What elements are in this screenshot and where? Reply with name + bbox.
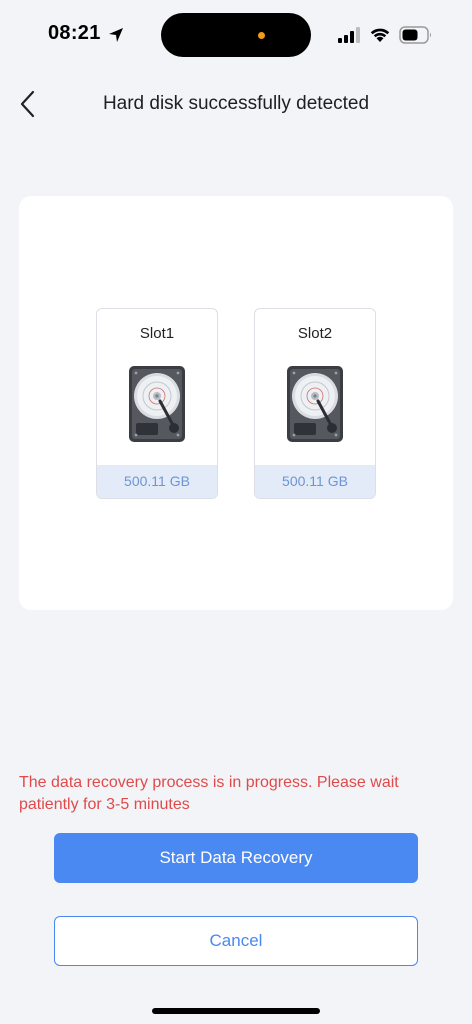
slot-capacity: 500.11 GB [255, 465, 375, 498]
privacy-indicator-dot [258, 32, 265, 39]
slot-name: Slot1 [139, 325, 175, 342]
hard-disk-icon [287, 366, 343, 442]
dynamic-island [161, 13, 311, 57]
location-arrow-icon [109, 28, 123, 42]
home-indicator[interactable] [152, 1008, 320, 1014]
status-bar: 08:21 [0, 0, 472, 64]
slot-card-2[interactable]: Slot2 500.11 GB [254, 308, 376, 499]
disk-card: Slot1 500.11 GB Slot2 500.11 GB [19, 196, 453, 610]
start-data-recovery-button[interactable]: Start Data Recovery [54, 833, 418, 883]
battery-icon [399, 26, 431, 44]
cellular-signal-icon [338, 27, 360, 43]
slot-capacity: 500.11 GB [97, 465, 217, 498]
wifi-icon [370, 28, 390, 42]
status-time: 08:21 [48, 22, 101, 44]
cancel-button[interactable]: Cancel [54, 916, 418, 966]
page-title: Hard disk successfully detected [102, 93, 370, 114]
slot-card-1[interactable]: Slot1 500.11 GB [96, 308, 218, 499]
recovery-status-message: The data recovery process is in progress… [19, 774, 399, 813]
slot-name: Slot2 [297, 325, 333, 342]
hard-disk-icon [129, 366, 185, 442]
